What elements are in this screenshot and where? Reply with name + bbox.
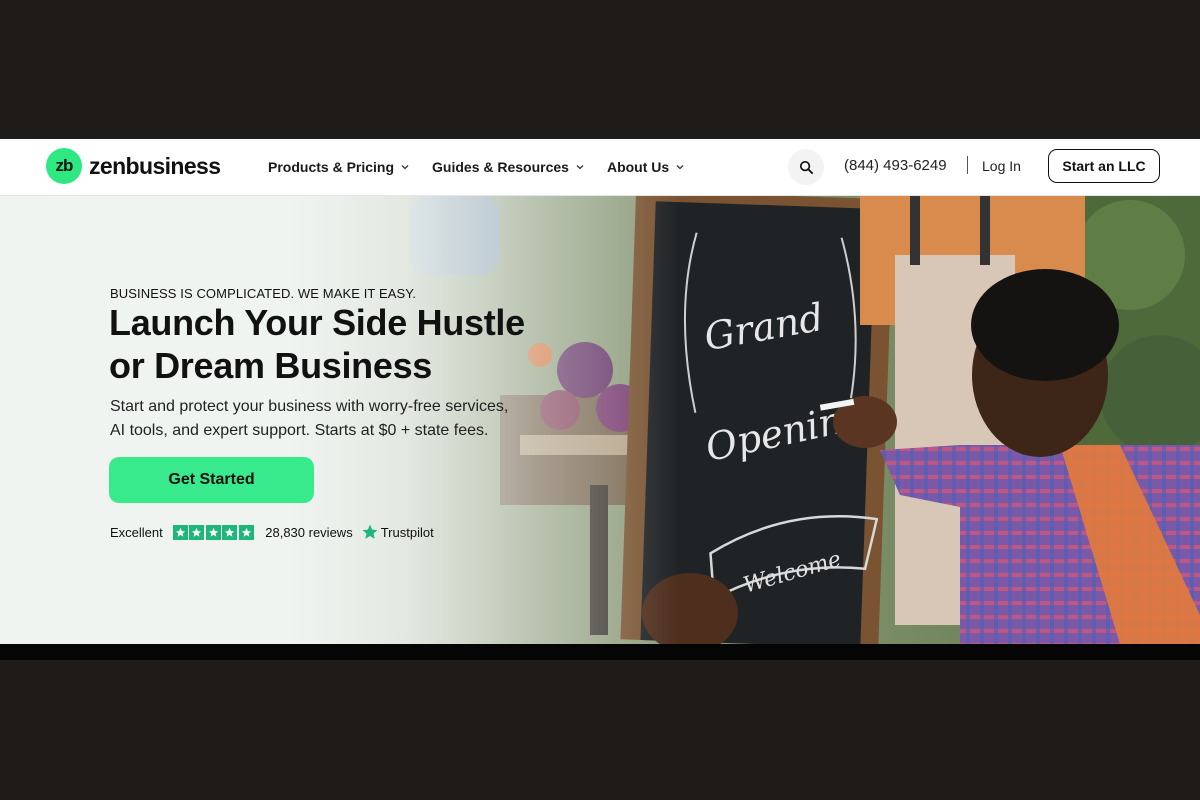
search-icon (799, 160, 813, 174)
frame-bottom-strip (0, 644, 1200, 660)
site-header: zb zenbusiness Products & Pricing Guides… (0, 139, 1200, 196)
chevron-down-icon (401, 165, 409, 170)
nav-products-pricing[interactable]: Products & Pricing (268, 159, 410, 175)
star-icon (189, 524, 205, 540)
rating-label: Excellent (110, 524, 163, 540)
hero-subtext: Start and protect your business with wor… (110, 395, 580, 443)
login-link[interactable]: Log In (982, 158, 1021, 174)
star-icon (172, 524, 188, 540)
website-frame: zb zenbusiness Products & Pricing Guides… (0, 139, 1200, 644)
chevron-down-icon (576, 165, 584, 170)
trustpilot-star-icon (362, 524, 378, 539)
main-nav: Products & Pricing Guides & Resources Ab… (268, 139, 707, 195)
trustpilot-name: Trustpilot (380, 524, 434, 540)
headline-line-1: Launch Your Side Hustle (109, 302, 525, 343)
hero-headline: Launch Your Side Hustle or Dream Busines… (109, 301, 629, 387)
search-button[interactable] (788, 149, 824, 185)
trustpilot-rating[interactable]: Excellent 28,830 reviews Trustpilot (110, 523, 434, 541)
star-icon (205, 524, 221, 540)
star-icon (238, 524, 254, 540)
hero-eyebrow: BUSINESS IS COMPLICATED. WE MAKE IT EASY… (110, 286, 417, 301)
hero-section: Grand Opening Welcome BUSINESS IS COMPLI… (0, 195, 1200, 644)
get-started-button[interactable]: Get Started (109, 457, 314, 503)
nav-guides-resources[interactable]: Guides & Resources (432, 159, 585, 175)
nav-label: Guides & Resources (432, 159, 569, 175)
phone-number[interactable]: (844) 493-6249 (844, 157, 947, 174)
subtext-line-2: AI tools, and expert support. Starts at … (110, 422, 489, 439)
start-llc-button[interactable]: Start an LLC (1048, 149, 1160, 183)
logo-mark: zb (46, 148, 82, 184)
nav-label: About Us (606, 159, 670, 175)
chevron-down-icon (676, 165, 684, 170)
nav-label: Products & Pricing (268, 159, 395, 175)
headline-line-2: or Dream Business (109, 345, 433, 386)
logo-text: zenbusiness (89, 152, 221, 179)
subtext-line-1: Start and protect your business with wor… (110, 398, 509, 415)
star-icon (222, 524, 238, 540)
rating-stars (172, 524, 256, 540)
header-divider (967, 156, 968, 174)
zenbusiness-logo[interactable]: zb zenbusiness (46, 148, 221, 184)
nav-about-us[interactable]: About Us (607, 159, 685, 175)
trustpilot-logo: Trustpilot (361, 523, 434, 541)
review-count: 28,830 reviews (265, 524, 353, 540)
